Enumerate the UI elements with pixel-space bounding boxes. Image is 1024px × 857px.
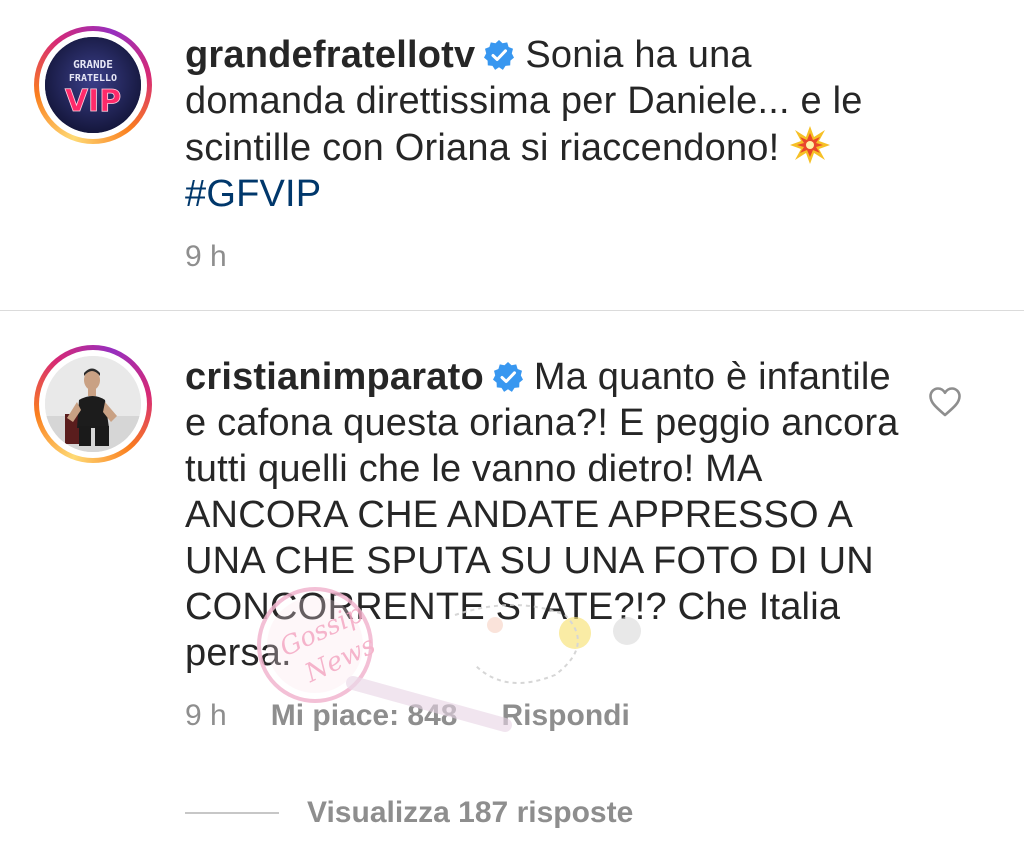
verified-badge-icon: [484, 40, 515, 70]
avatar-grandefratellotv[interactable]: GRANDE FRATELLO VIP: [45, 37, 141, 133]
avatar-cristianimparato[interactable]: [45, 356, 141, 452]
likes-count[interactable]: Mi piace: 848: [271, 699, 458, 732]
comment-caption: grandefratellotv Sonia ha una domanda di…: [185, 32, 905, 217]
comment-caption: cristianimparato Ma quanto è infantile e…: [185, 354, 905, 676]
comment-meta: 9 h: [185, 240, 271, 274]
svg-text:FRATELLO: FRATELLO: [69, 73, 117, 84]
verified-badge-icon: [492, 362, 523, 392]
svg-text:VIP: VIP: [65, 84, 121, 119]
view-replies-label: Visualizza 187 risposte: [307, 796, 634, 829]
heart-outline-icon[interactable]: [928, 386, 962, 418]
story-ring[interactable]: GRANDE FRATELLO VIP: [34, 26, 152, 144]
comment-text: Ma quanto è infantile e cafona questa or…: [185, 356, 899, 674]
timestamp: 9 h: [185, 240, 227, 273]
grande-fratello-vip-logo-icon: GRANDE FRATELLO VIP: [45, 37, 141, 133]
comment-grandefratellotv: GRANDE FRATELLO VIP grandefratellotv Son…: [0, 0, 1024, 310]
timestamp: 9 h: [185, 699, 227, 732]
story-ring[interactable]: [34, 345, 152, 463]
reply-button[interactable]: Rispondi: [501, 699, 629, 732]
username[interactable]: grandefratellotv: [185, 34, 475, 76]
comment-meta: 9 h Mi piace: 848 Rispondi: [185, 699, 674, 733]
username[interactable]: cristianimparato: [185, 356, 484, 398]
profile-photo-icon: [45, 356, 141, 452]
comment-cristianimparato: cristianimparato Ma quanto è infantile e…: [0, 311, 1024, 857]
replies-divider-line: [185, 812, 279, 814]
collision-emoji-icon: [790, 126, 831, 164]
view-replies-button[interactable]: Visualizza 187 risposte: [185, 790, 633, 836]
svg-text:GRANDE: GRANDE: [73, 58, 113, 71]
hashtag-link[interactable]: #GFVIP: [185, 171, 905, 217]
